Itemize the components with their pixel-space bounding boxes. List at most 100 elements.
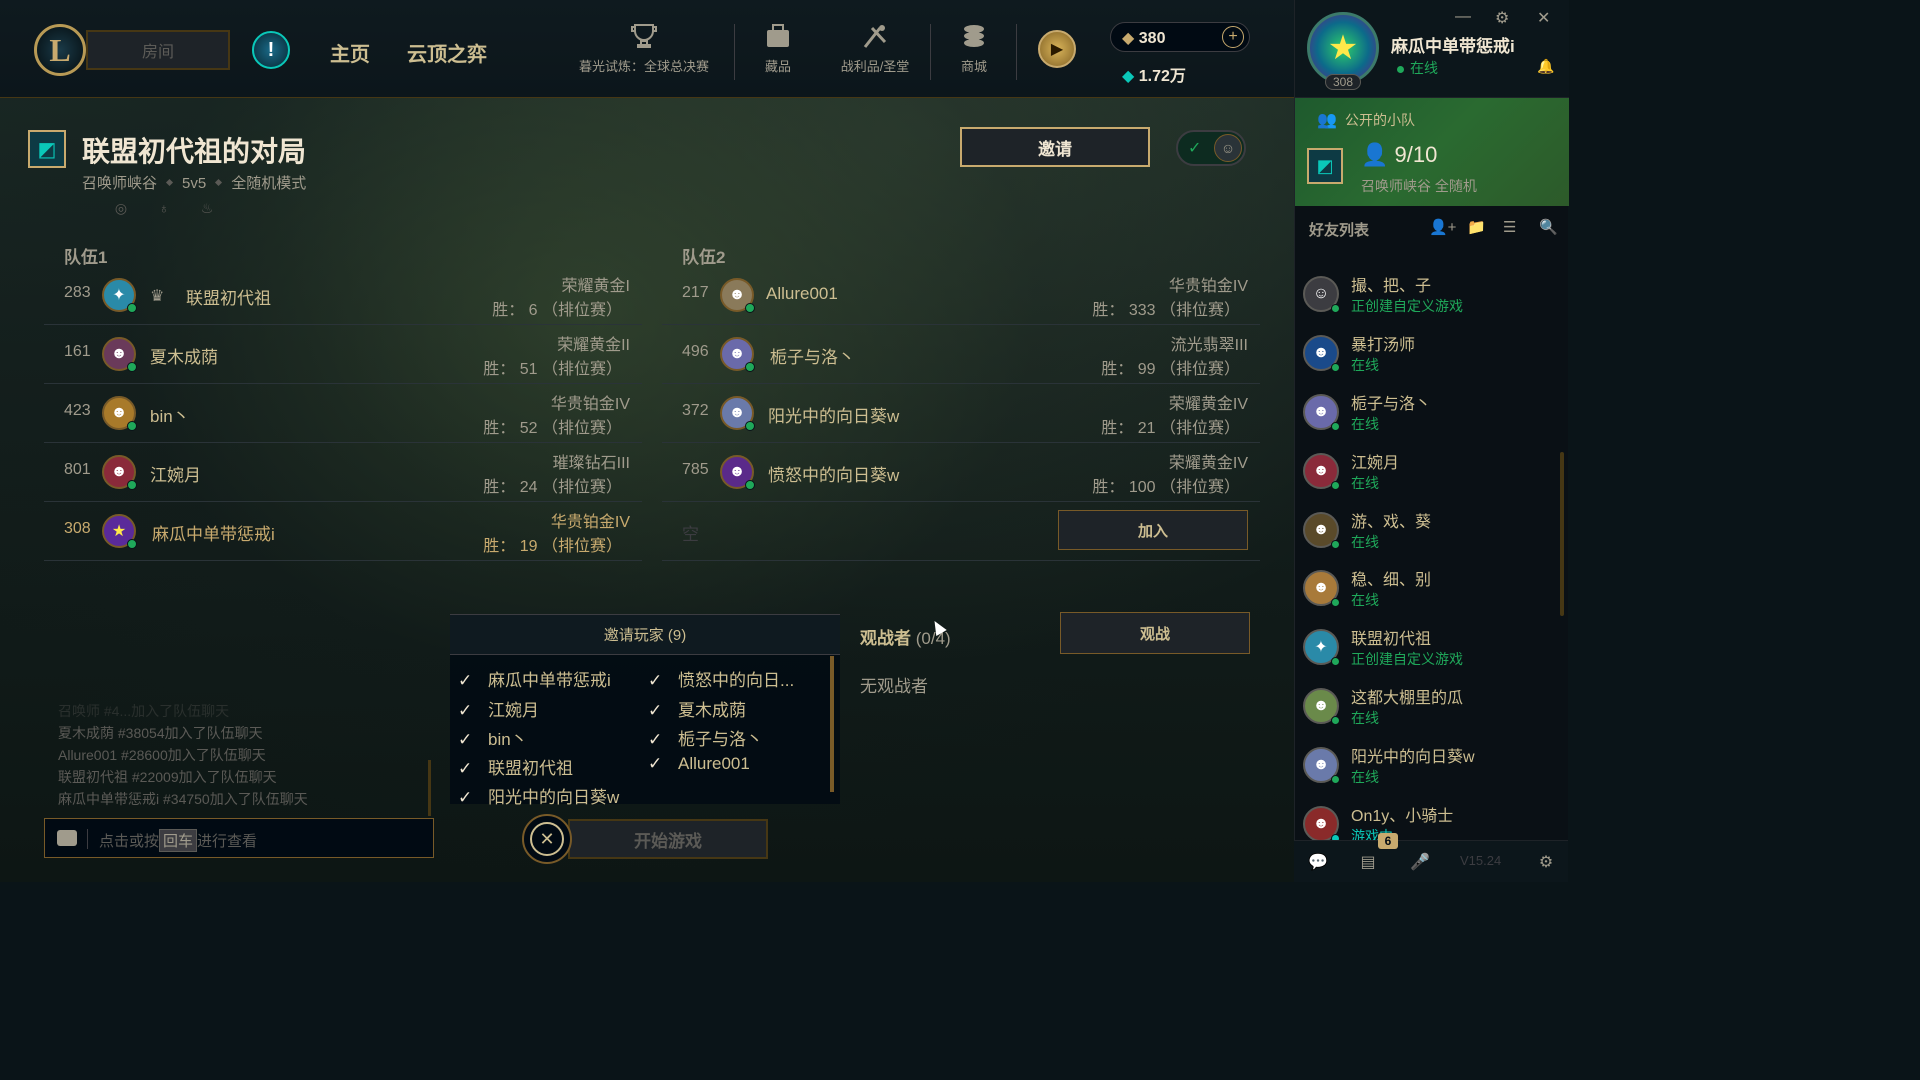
- nav-store-label: 商城: [960, 59, 987, 74]
- event-pass-icon[interactable]: ▶: [1038, 30, 1076, 68]
- team1-player-row[interactable]: 423 ☻ bin丶 华贵铂金IV 胜： 52 （排位赛）: [44, 384, 642, 443]
- start-game-button[interactable]: 开始游戏: [568, 819, 768, 859]
- friend-name: 阳光中的向日葵w: [1351, 749, 1475, 766]
- party-open-toggle[interactable]: ✓ ☺: [1176, 130, 1246, 166]
- chat-placeholder-pre: 点击或按: [99, 833, 160, 850]
- nav-worlds[interactable]: 暮光试炼：全球总决赛: [566, 22, 722, 75]
- invited-player-name: Allure001: [678, 754, 750, 773]
- search-icon[interactable]: 🔍: [1539, 218, 1558, 236]
- chat-scrollbar[interactable]: [428, 760, 431, 816]
- friend-name: 江婉月: [1351, 455, 1400, 472]
- online-indicator: [1331, 540, 1340, 549]
- close-icon: ✕: [530, 822, 564, 856]
- friend-item[interactable]: ☻ 江婉月 在线: [1295, 449, 1555, 507]
- add-rp-button[interactable]: +: [1222, 26, 1244, 48]
- friend-item[interactable]: ✦ 联盟初代祖 正创建自定义游戏: [1295, 625, 1555, 683]
- player-name: bin丶: [150, 407, 190, 426]
- player-level: 496: [682, 343, 709, 360]
- invited-player: ✓ 联盟初代祖: [458, 754, 573, 779]
- friend-item[interactable]: ☻ 栀子与洛丶 在线: [1295, 390, 1555, 448]
- friend-avatar: ☻: [1303, 806, 1340, 840]
- team1-player-row[interactable]: 283 ✦ ♛ 联盟初代祖 荣耀黄金I 胜： 6 （排位赛）: [44, 266, 642, 325]
- missions-icon[interactable]: ▤: [1348, 847, 1388, 877]
- nav-loot[interactable]: 战利品/圣堂: [830, 22, 920, 75]
- nav-store[interactable]: 商城: [946, 22, 1002, 75]
- friend-item[interactable]: ☻ 暴打汤师 在线: [1295, 331, 1555, 389]
- invited-player: ✓ Allure001: [648, 754, 750, 774]
- player-level: 785: [682, 461, 709, 478]
- lobby-subtitle: 召唤师峡谷 5v5 全随机模式: [82, 172, 306, 193]
- player-rank: 荣耀黄金I: [561, 278, 630, 295]
- settings-gear-icon[interactable]: ⚙: [1495, 8, 1509, 28]
- lobby-size: 5v5: [182, 175, 207, 192]
- check-icon: ✓: [648, 701, 663, 720]
- friend-item[interactable]: ☻ On1y、小骑士 游戏中: [1295, 802, 1555, 840]
- friend-avatar: ☻: [1303, 453, 1340, 490]
- friend-avatar: ✦: [1303, 629, 1340, 666]
- team1-player-row[interactable]: 801 ☻ 江婉月 璀璨钻石III 胜： 24 （排位赛）: [44, 443, 642, 502]
- team2-player-row[interactable]: 496 ☻ 栀子与洛丶 流光翡翠III 胜： 99 （排位赛）: [662, 325, 1260, 384]
- close-lobby-button[interactable]: ✕: [522, 814, 572, 864]
- bug-report-icon[interactable]: ⚙: [1526, 847, 1566, 877]
- player-wins: 胜： 6 （排位赛）: [492, 302, 622, 319]
- check-icon: ✓: [1188, 140, 1202, 157]
- team2-player-row[interactable]: 217 ☻ Allure001 华贵铂金IV 胜： 333 （排位赛）: [662, 266, 1260, 325]
- player-level: 161: [64, 343, 91, 360]
- party-header: 公开的小队: [1345, 112, 1415, 128]
- nav-divider: [930, 24, 931, 80]
- custom-game-icon: ◩: [28, 130, 66, 168]
- start-game-area: 开始游戏 ✕: [522, 814, 772, 864]
- friend-item[interactable]: ☻ 游、戏、葵 在线: [1295, 508, 1555, 566]
- invited-player: ✓ 栀子与洛丶: [648, 725, 763, 750]
- nav-divider: [1016, 24, 1017, 80]
- team2-player-row[interactable]: 372 ☻ 阳光中的向日葵w 荣耀黄金IV 胜： 21 （排位赛）: [662, 384, 1260, 443]
- team1-label: 队伍1: [64, 248, 108, 267]
- chat-input[interactable]: 点击或按 回车 进行查看: [44, 818, 434, 858]
- profile-status[interactable]: 在线: [1397, 58, 1438, 78]
- friend-name: 游、戏、葵: [1351, 514, 1432, 531]
- player-wins: 胜： 19 （排位赛）: [483, 538, 622, 555]
- friend-item[interactable]: ☻ 这都大棚里的瓜 在线: [1295, 684, 1555, 742]
- friends-list-header[interactable]: 好友列表: [1309, 219, 1369, 240]
- open-party-card[interactable]: 👥 公开的小队 ◩ 👤 9/10 召唤师峡谷 全随机: [1295, 98, 1569, 206]
- spectate-button[interactable]: 观战: [1060, 612, 1250, 654]
- nav-collection[interactable]: 藏品: [750, 22, 806, 75]
- player-wins: 胜： 24 （排位赛）: [483, 479, 622, 496]
- league-logo-icon[interactable]: L: [34, 24, 86, 76]
- lobby-title: 联盟初代祖的对局: [82, 136, 307, 167]
- invited-players-title[interactable]: 邀请玩家 (9): [450, 615, 840, 655]
- invite-button[interactable]: 邀请: [960, 127, 1150, 167]
- nav-tft[interactable]: 云顶之弈: [407, 38, 487, 67]
- nav-home[interactable]: 主页: [330, 38, 370, 67]
- friend-name: 这都大棚里的瓜: [1351, 690, 1464, 707]
- online-indicator: [1331, 598, 1340, 607]
- add-folder-icon[interactable]: 📁: [1467, 218, 1486, 236]
- profile-name[interactable]: 麻瓜中单带惩戒i: [1391, 32, 1515, 57]
- friend-status: 正创建自定义游戏: [1351, 651, 1463, 667]
- invited-player-name: 江婉月: [488, 701, 539, 720]
- chat-icon[interactable]: 💬: [1298, 847, 1338, 877]
- add-friend-icon[interactable]: 👤+: [1429, 218, 1456, 236]
- invited-player-name: 阳光中的向日葵w: [488, 788, 620, 807]
- online-indicator: [745, 480, 755, 490]
- player-level: 801: [64, 461, 91, 478]
- check-icon: ✓: [458, 759, 473, 778]
- friend-item[interactable]: ☻ 阳光中的向日葵w 在线: [1295, 743, 1555, 801]
- invite-scrollbar[interactable]: [830, 656, 834, 792]
- alert-icon[interactable]: !: [252, 31, 290, 69]
- team2-player-row[interactable]: 785 ☻ 愤怒中的向日葵w 荣耀黄金IV 胜： 100 （排位赛）: [662, 443, 1260, 502]
- notification-bell-icon[interactable]: 🔔: [1537, 58, 1554, 75]
- friend-item[interactable]: ☻ 稳、细、别 在线: [1295, 566, 1555, 624]
- friend-status: 在线: [1351, 534, 1379, 550]
- voice-mic-icon[interactable]: 🎤: [1400, 847, 1440, 877]
- list-view-icon[interactable]: ☰: [1503, 218, 1516, 236]
- room-button[interactable]: 房间: [86, 30, 230, 70]
- close-window-icon[interactable]: ✕: [1537, 8, 1550, 28]
- join-team2-button[interactable]: 加入: [1058, 510, 1248, 550]
- friends-scrollbar[interactable]: [1560, 452, 1564, 616]
- team1-player-row[interactable]: 161 ☻ 夏木成荫 荣耀黄金II 胜： 51 （排位赛）: [44, 325, 642, 384]
- chat-line: 麻瓜中单带惩戒i #34750加入了队伍聊天: [58, 791, 308, 807]
- friend-item[interactable]: ☺ 撮、把、子 正创建自定义游戏: [1295, 272, 1555, 330]
- team1-player-row-self[interactable]: 308 ★ 麻瓜中单带惩戒i 华贵铂金IV 胜： 19 （排位赛）: [44, 502, 642, 561]
- minimize-icon[interactable]: —: [1455, 8, 1471, 26]
